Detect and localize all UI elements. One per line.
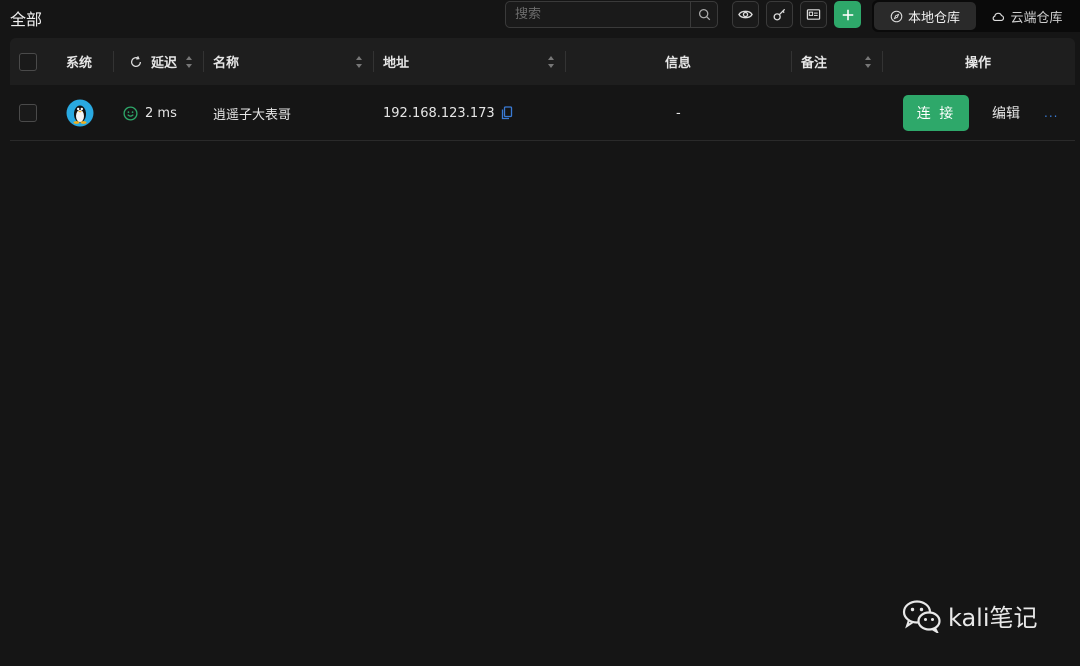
tab-local-repo[interactable]: 本地仓库	[874, 2, 976, 30]
key-icon	[773, 8, 786, 21]
toggle-visibility-button[interactable]	[732, 1, 759, 28]
latency-cell: 2 ms	[123, 85, 177, 141]
tab-cloud-repo[interactable]: 云端仓库	[976, 2, 1078, 30]
add-host-button[interactable]	[834, 1, 861, 28]
host-address: 192.168.123.173	[383, 105, 495, 121]
search-button[interactable]	[690, 2, 717, 27]
linux-tux-icon	[66, 99, 94, 127]
column-note: 备注	[801, 56, 828, 71]
refresh-icon[interactable]	[129, 55, 143, 69]
row-select-cell	[19, 85, 37, 141]
column-divider	[373, 51, 374, 72]
row-select-checkbox[interactable]	[19, 104, 37, 122]
identity-button[interactable]	[800, 1, 827, 28]
host-name: 逍遥子大表哥	[213, 107, 292, 123]
sort-note-icon[interactable]	[864, 55, 872, 69]
eye-icon	[738, 10, 753, 19]
latency-value: 2 ms	[145, 105, 177, 121]
column-actions: 操作	[965, 56, 992, 71]
page-title: 全部	[10, 10, 43, 29]
tab-local-repo-label: 本地仓库	[907, 10, 960, 26]
watermark-text: kali笔记	[948, 604, 1038, 632]
column-system: 系统	[66, 56, 93, 71]
cloud-icon	[993, 12, 1005, 21]
actions-cell: 连 接	[903, 85, 969, 141]
id-card-icon	[806, 9, 821, 20]
search-icon	[698, 8, 710, 21]
wechat-icon	[902, 599, 941, 633]
top-bar: 全部 搜索 本地仓库 云端仓库	[0, 0, 1080, 32]
column-address: 地址	[383, 56, 410, 71]
column-name: 名称	[213, 56, 240, 71]
search-input[interactable]	[506, 2, 690, 27]
tab-cloud-repo-label: 云端仓库	[1010, 10, 1063, 26]
select-all-checkbox[interactable]	[19, 52, 37, 71]
more-actions-link[interactable]: ...	[1044, 85, 1058, 141]
copy-icon[interactable]	[501, 106, 513, 120]
host-table: 系统 延迟 名称 地址 信息 备注 操作 2 ms 逍遥子大表哥 192.168…	[10, 38, 1075, 141]
column-latency-label: 延迟	[151, 56, 178, 71]
watermark: kali笔记	[902, 598, 1038, 633]
more-actions-label: ...	[1044, 106, 1059, 120]
plus-icon	[842, 9, 853, 20]
column-info: 信息	[665, 56, 692, 71]
sort-address-icon[interactable]	[547, 55, 555, 69]
repository-switch: 本地仓库 云端仓库	[872, 0, 1080, 32]
column-divider	[565, 51, 566, 72]
column-divider	[791, 51, 792, 72]
column-divider	[113, 51, 114, 72]
column-divider	[882, 51, 883, 72]
address-cell: 192.168.123.173	[383, 85, 513, 141]
search-box	[505, 1, 718, 28]
edit-link-label: 编辑	[992, 106, 1020, 122]
sort-name-icon[interactable]	[355, 55, 363, 69]
column-divider	[203, 51, 204, 72]
edit-link[interactable]: 编辑	[992, 85, 1020, 141]
sort-latency-icon[interactable]	[185, 55, 193, 69]
table-header: 系统 延迟 名称 地址 信息 备注 操作	[10, 38, 1075, 85]
os-cell	[66, 85, 94, 141]
select-all-cell	[19, 38, 37, 85]
key-manager-button[interactable]	[766, 1, 793, 28]
smile-icon	[123, 105, 138, 121]
compass-icon	[890, 10, 903, 22]
host-info: -	[676, 105, 681, 121]
column-latency[interactable]: 延迟	[129, 38, 177, 85]
connect-button[interactable]: 连 接	[903, 95, 969, 131]
table-row[interactable]: 2 ms 逍遥子大表哥 192.168.123.173 - 连 接 编辑 ...	[10, 85, 1075, 141]
